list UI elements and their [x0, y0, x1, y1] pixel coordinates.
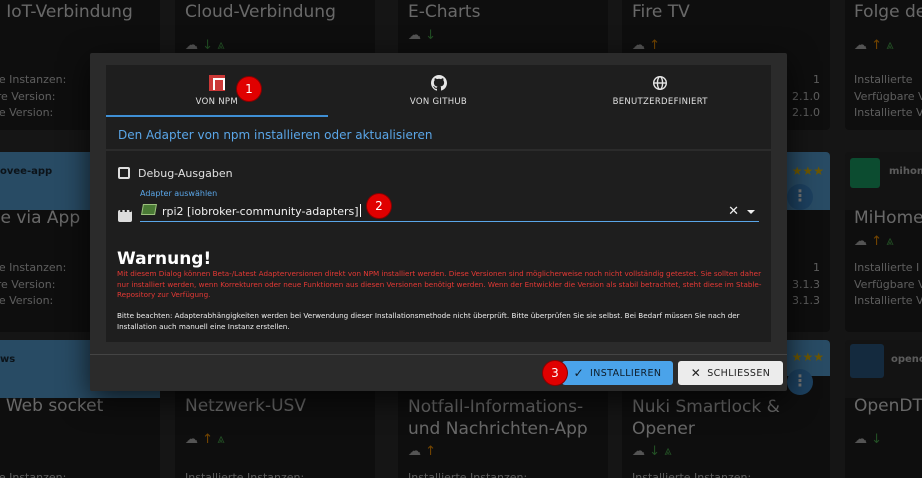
adapter-select-label: Adapter auswählen — [140, 189, 218, 198]
adapter-title: ee via App — [0, 208, 81, 228]
status-icons: ☁ ↑ ⩓ — [185, 432, 225, 447]
close-icon: ✕ — [690, 366, 702, 380]
status-icons: ☁ ↑ ⩓ — [854, 234, 894, 249]
tab-label: VON NPM — [195, 97, 238, 107]
adapter-card: Folge der ☁ ↑ ⩓ Installierte Verfügbare … — [845, 0, 922, 130]
adapter-title: E-Charts — [408, 2, 481, 22]
debug-checkbox[interactable] — [118, 167, 130, 179]
warning-text: Mit diesem Dialog können Beta-/Latest Ad… — [117, 269, 762, 299]
github-icon — [430, 75, 447, 91]
adapter-info: Installierte I Verfügbare Ve Installiert… — [854, 261, 922, 307]
status-icons: ☁ ↑ — [408, 444, 437, 459]
adapter-info: Installierte Instanzen: — [185, 471, 305, 478]
adapter-title: Cloud-Verbindung — [185, 2, 336, 22]
adapter-card: openc OpenDTU ☁ ↓ — [845, 340, 922, 478]
dialog-content: Debug-Ausgaben Adapter auswählen rpi2 [i… — [106, 151, 771, 342]
warning-title: Warnung! — [117, 249, 212, 269]
tab-github[interactable]: VON GITHUB — [328, 65, 550, 117]
adapter-info: rte Instanzen: are Version: rte Version: — [0, 261, 67, 307]
adapter-title: Folge der — [854, 2, 922, 22]
adapter-title: e Web socket — [0, 396, 104, 416]
status-icons: ☁ ↑ ⩓ — [854, 38, 894, 53]
install-button[interactable]: ✓ INSTALLIEREN — [562, 361, 673, 385]
more-menu-button[interactable]: ⋮ — [787, 184, 813, 210]
status-icons: ☁ ↓ — [854, 432, 883, 447]
status-icons: ☁ ↓ ⩓ — [632, 444, 672, 459]
adapter-title: MiHome- — [854, 208, 922, 228]
adapter-title: Nuki Smartlock & Opener — [632, 397, 780, 439]
install-from-npm-dialog: VON NPM VON GITHUB BENUTZERDEFINIERT Den… — [90, 53, 787, 391]
status-icons: ☁ ↑ — [632, 38, 661, 53]
adapter-title: OpenDTU — [854, 396, 922, 416]
adapter-info: Installierte Verfügbare V Installierte V — [854, 73, 922, 119]
adapter-info: rte Instanzen: are Version: rte Version: — [0, 73, 67, 119]
tab-label: VON GITHUB — [409, 97, 468, 107]
adapter-info: rte Instanzen: — [0, 471, 67, 478]
adapter-title: Netzwerk-USV — [185, 396, 306, 416]
comment-icon — [118, 204, 133, 222]
step-marker-2: 2 — [367, 194, 391, 218]
adapter-info: Installierte Instanzen: — [632, 471, 752, 478]
dialog-subheading: Den Adapter von npm installieren oder ak… — [106, 117, 771, 149]
npm-icon — [208, 75, 225, 91]
adapter-values: 1 3.1.3 3.1.3 — [792, 261, 820, 307]
adapter-select-value: rpi2 [iobroker-community-adapters] — [162, 204, 361, 218]
check-icon: ✓ — [573, 366, 585, 380]
globe-icon — [653, 75, 668, 91]
tab-npm[interactable]: VON NPM — [106, 65, 328, 117]
close-button[interactable]: ✕ SCHLIESSEN — [678, 361, 783, 385]
tab-custom[interactable]: BENUTZERDEFINIERT — [549, 65, 771, 117]
subheading-text: Den Adapter von npm installieren oder ak… — [118, 128, 433, 142]
adapter-title: d IoT-Verbindung — [0, 2, 133, 22]
install-button-label: INSTALLIEREN — [590, 367, 662, 379]
adapter-values: 1 2.1.0 2.1.0 — [792, 73, 820, 119]
close-button-label: SCHLIESSEN — [707, 367, 771, 379]
debug-checkbox-label[interactable]: Debug-Ausgaben — [138, 167, 233, 180]
step-marker-1: 1 — [237, 77, 261, 101]
step-marker-3: 3 — [543, 361, 567, 385]
source-tabs: VON NPM VON GITHUB BENUTZERDEFINIERT — [106, 65, 771, 117]
status-icons: ☁ ↓ ⩓ — [185, 38, 225, 53]
adapter-title: Notfall-Informations- und Nachrichten-Ap… — [408, 397, 588, 439]
clear-icon[interactable]: ✕ — [728, 204, 739, 219]
adapter-card: mihom MiHome- ☁ ↑ ⩓ Installierte I Verfü… — [845, 152, 922, 332]
adapter-icon — [141, 204, 157, 215]
tab-label: BENUTZERDEFINIERT — [612, 97, 708, 107]
more-menu-button[interactable]: ⋮ — [787, 369, 813, 395]
status-icons: ☁ ↓ — [408, 28, 437, 43]
adapter-select-input[interactable]: rpi2 [iobroker-community-adapters] ✕ — [140, 202, 759, 222]
dropdown-arrow-icon[interactable] — [747, 210, 755, 214]
adapter-title: Fire TV — [632, 2, 690, 22]
dialog-divider — [90, 354, 787, 355]
adapter-info: Installierte Instanzen: — [408, 471, 528, 478]
dependency-note: Bitte beachten: Adapterabhängigkeiten we… — [117, 311, 740, 331]
